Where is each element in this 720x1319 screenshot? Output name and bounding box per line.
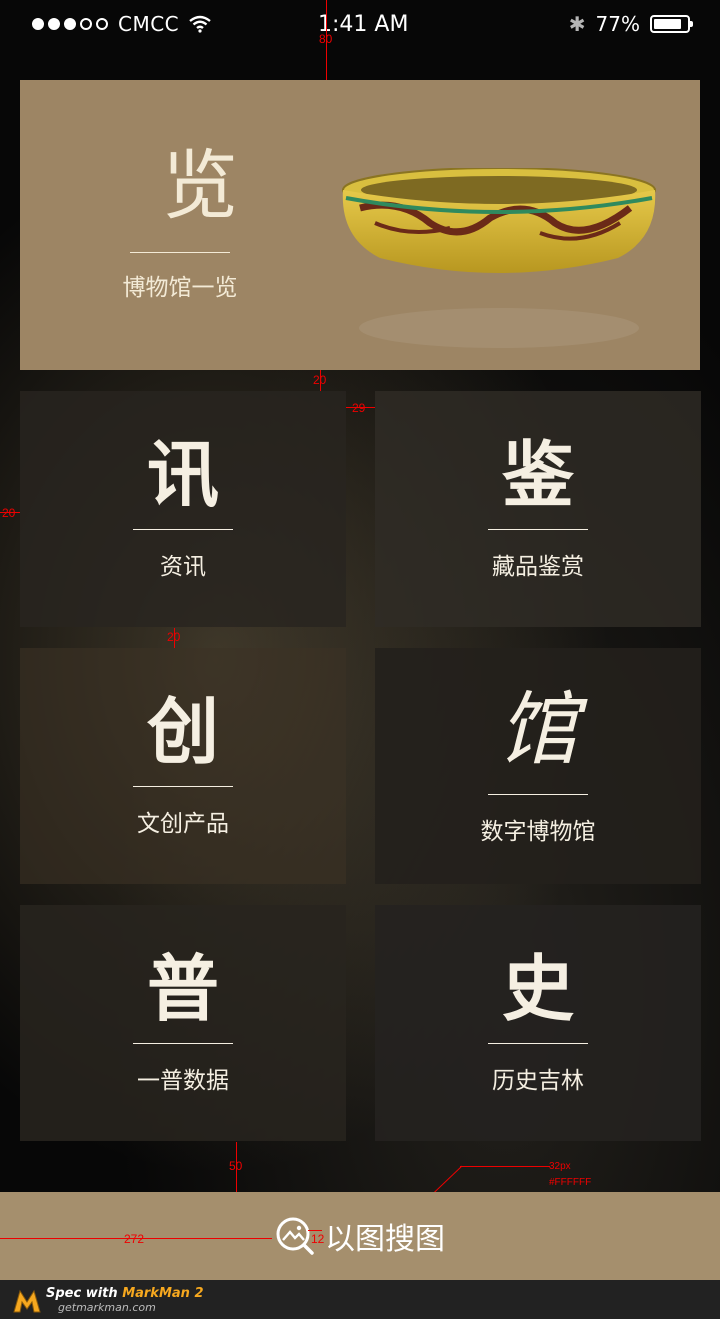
jilin-history-tile[interactable]: 史 历史吉林 (375, 905, 701, 1141)
tile-divider (488, 1043, 588, 1044)
footer-url: getmarkman.com (58, 1301, 156, 1314)
collection-appreciation-tile[interactable]: 鉴 藏品鉴赏 (375, 391, 701, 627)
annotation-icon-gap: 12 (311, 1232, 325, 1246)
footer-app-name: MarkMan 2 (122, 1286, 204, 1301)
signal-dot (32, 18, 44, 30)
footer-spec-prefix: Spec with (46, 1286, 123, 1301)
annotation-hero-gap: 20 (313, 373, 327, 387)
annotation-line (308, 1230, 322, 1231)
annotation-col-gap: 29 (352, 401, 366, 415)
tile-label: 藏品鉴赏 (492, 554, 584, 580)
annotation-line (460, 1166, 550, 1167)
markman-footer: Spec with MarkMan 2 getmarkman.com (0, 1280, 720, 1319)
hero-char: 览 (162, 141, 238, 230)
tile-char: 普 (146, 947, 219, 1031)
hero-subtitle: 博物馆一览 (122, 275, 238, 301)
image-search-label: 以图搜图 (325, 1222, 445, 1257)
signal-strength-icon (32, 18, 108, 30)
markman-logo-icon (13, 1289, 41, 1313)
signal-dot (48, 18, 60, 30)
cultural-products-tile[interactable]: 创 文创产品 (20, 648, 346, 884)
status-right: ✱ 77% (568, 12, 693, 36)
tile-char: 讯 (146, 433, 219, 517)
hero-divider (130, 252, 230, 253)
annotation-top-gap: 80 (319, 32, 333, 46)
status-bar: CMCC 1:41 AM ✱ 77% (0, 0, 720, 50)
annotation-row-gap: 20 (167, 630, 181, 644)
signal-dot (64, 18, 76, 30)
tile-char: 馆 (498, 683, 578, 776)
carrier-name: CMCC (118, 12, 180, 36)
tile-label: 资讯 (160, 554, 206, 580)
wifi-icon (189, 15, 211, 33)
image-search-button[interactable]: 以图搜图 (0, 1192, 720, 1280)
battery-percent: 77% (595, 12, 640, 36)
battery-fill (654, 19, 681, 29)
tile-divider (133, 1043, 233, 1044)
tile-divider (133, 529, 233, 530)
annotation-search-left: 272 (124, 1232, 145, 1246)
tile-divider (488, 529, 588, 530)
status-left: CMCC (32, 12, 211, 36)
museum-overview-card[interactable]: 览 博物馆一览 (20, 80, 700, 370)
annotation-font-size: 32px (549, 1161, 571, 1172)
signal-dot (80, 18, 92, 30)
tile-label: 一普数据 (137, 1068, 229, 1094)
tile-char: 创 (146, 690, 219, 774)
tile-label: 数字博物馆 (480, 819, 596, 845)
footer-spec-text: Spec with MarkMan 2 (46, 1286, 204, 1301)
tile-divider (133, 786, 233, 787)
news-tile[interactable]: 讯 资讯 (20, 391, 346, 627)
annotation-side-margin: 20 (2, 506, 16, 520)
tile-char: 鉴 (501, 433, 574, 517)
annotation-bottom-gap: 50 (229, 1159, 243, 1173)
dragon-bowl-image (342, 168, 656, 348)
census-data-tile[interactable]: 普 一普数据 (20, 905, 346, 1141)
signal-dot (96, 18, 108, 30)
battery-icon (650, 15, 693, 33)
bluetooth-icon: ✱ (568, 12, 586, 36)
digital-museum-tile[interactable]: 馆 数字博物馆 (375, 648, 701, 884)
tile-label: 文创产品 (137, 811, 229, 837)
tile-char: 史 (501, 947, 574, 1031)
image-search-icon (276, 1217, 314, 1255)
tile-label: 历史吉林 (492, 1068, 584, 1094)
annotation-color: #FFFFFF (549, 1177, 592, 1188)
tile-divider (488, 794, 588, 795)
